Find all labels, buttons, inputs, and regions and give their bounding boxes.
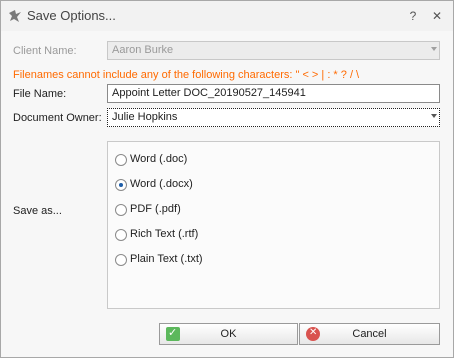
ok-button[interactable]: OK	[159, 323, 298, 345]
close-button[interactable]: ✕	[429, 8, 445, 24]
save-options-dialog: Save Options... ? ✕ Client Name: Aaron B…	[0, 0, 454, 358]
window-title: Save Options...	[27, 8, 116, 23]
client-name-dropdown: Aaron Burke	[107, 41, 440, 60]
file-name-label: File Name:	[13, 88, 67, 100]
radio-doc[interactable]	[115, 154, 127, 166]
radio-docx-label[interactable]: Word (.docx)	[130, 178, 193, 190]
radio-pdf-label[interactable]: PDF (.pdf)	[130, 203, 181, 215]
filename-warning: Filenames cannot include any of the foll…	[13, 69, 360, 81]
radio-docx[interactable]	[115, 179, 127, 191]
chevron-down-icon[interactable]	[431, 114, 437, 118]
client-name-value: Aaron Burke	[112, 44, 174, 56]
ok-button-label: OK	[220, 328, 237, 340]
document-owner-label: Document Owner:	[13, 112, 102, 124]
app-logo-icon	[7, 8, 23, 24]
chevron-down-icon	[431, 47, 437, 51]
cancel-button-label: Cancel	[352, 328, 387, 340]
radio-txt-label[interactable]: Plain Text (.txt)	[130, 253, 203, 265]
client-name-label: Client Name:	[13, 45, 77, 57]
radio-txt[interactable]	[115, 254, 127, 266]
radio-doc-label[interactable]: Word (.doc)	[130, 153, 187, 165]
radio-rtf[interactable]	[115, 229, 127, 241]
dialog-body: Client Name: Aaron Burke Filenames canno…	[1, 31, 453, 357]
document-owner-value: Julie Hopkins	[112, 111, 178, 123]
file-name-value: Appoint Letter DOC_20190527_145941	[112, 87, 306, 99]
file-name-input[interactable]: Appoint Letter DOC_20190527_145941	[107, 84, 440, 103]
document-owner-dropdown[interactable]: Julie Hopkins	[107, 108, 440, 127]
title-bar: Save Options... ? ✕	[1, 1, 453, 31]
save-as-label: Save as...	[13, 205, 62, 217]
help-button[interactable]: ?	[405, 8, 421, 24]
cancel-button[interactable]: Cancel	[299, 323, 440, 345]
save-as-options-group: Word (.doc) Word (.docx) PDF (.pdf) Rich…	[107, 141, 440, 309]
radio-pdf[interactable]	[115, 204, 127, 216]
radio-rtf-label[interactable]: Rich Text (.rtf)	[130, 228, 198, 240]
